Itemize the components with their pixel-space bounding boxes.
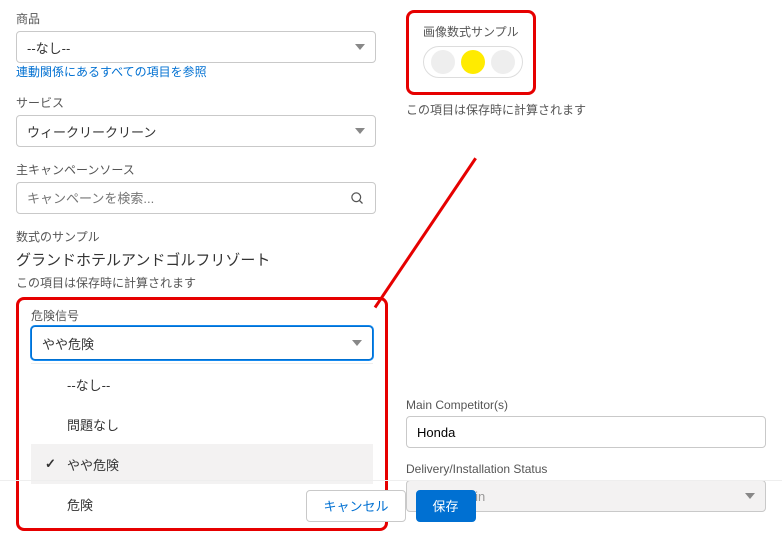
formula-value: グランドホテルアンドゴルフリゾート: [16, 249, 376, 270]
campaign-search[interactable]: [16, 182, 376, 214]
formula-label: 数式のサンプル: [16, 228, 376, 245]
service-value: ウィークリークリーン: [27, 122, 156, 141]
competitor-input[interactable]: [406, 416, 766, 448]
campaign-field: 主キャンペーンソース: [16, 161, 376, 214]
risk-option-none[interactable]: --なし--: [31, 364, 373, 404]
delivery-label: Delivery/Installation Status: [406, 462, 766, 476]
action-bar: キャンセル 保存: [0, 480, 782, 530]
image-formula-label: 画像数式サンプル: [423, 23, 519, 40]
traffic-dot-left: [431, 50, 455, 74]
service-label: サービス: [16, 94, 376, 111]
check-icon: ✓: [45, 456, 57, 472]
risk-option-somewhat[interactable]: ✓ やや危険: [31, 444, 373, 484]
formula-help: この項目は保存時に計算されます: [16, 274, 376, 291]
service-select[interactable]: ウィークリークリーン: [16, 115, 376, 147]
risk-option-ok[interactable]: 問題なし: [31, 404, 373, 444]
chevron-down-icon: [355, 44, 365, 50]
formula-field: 数式のサンプル グランドホテルアンドゴルフリゾート この項目は保存時に計算されま…: [16, 228, 376, 291]
competitor-field: Main Competitor(s): [406, 398, 766, 448]
product-label: 商品: [16, 10, 376, 27]
chevron-down-icon: [355, 128, 365, 134]
image-formula-help: この項目は保存時に計算されます: [406, 101, 766, 118]
product-related-link[interactable]: 連動関係にあるすべての項目を参照: [16, 65, 207, 79]
traffic-dot-yellow: [461, 50, 485, 74]
chevron-down-icon: [352, 340, 362, 346]
risk-label: 危険信号: [31, 307, 373, 324]
product-field: 商品 --なし-- 連動関係にあるすべての項目を参照: [16, 10, 376, 80]
risk-select[interactable]: やや危険: [31, 326, 373, 360]
search-icon: [350, 191, 365, 209]
product-select[interactable]: --なし--: [16, 31, 376, 63]
risk-selected-value: やや危険: [42, 334, 94, 353]
campaign-label: 主キャンペーンソース: [16, 161, 376, 178]
traffic-light-icon: [423, 46, 523, 78]
competitor-label: Main Competitor(s): [406, 398, 766, 412]
image-formula-sample: 画像数式サンプル: [406, 10, 536, 95]
product-value: --なし--: [27, 38, 70, 57]
campaign-input[interactable]: [27, 191, 365, 206]
traffic-dot-right: [491, 50, 515, 74]
service-field: サービス ウィークリークリーン: [16, 94, 376, 147]
save-button[interactable]: 保存: [416, 490, 476, 522]
cancel-button[interactable]: キャンセル: [306, 490, 405, 522]
